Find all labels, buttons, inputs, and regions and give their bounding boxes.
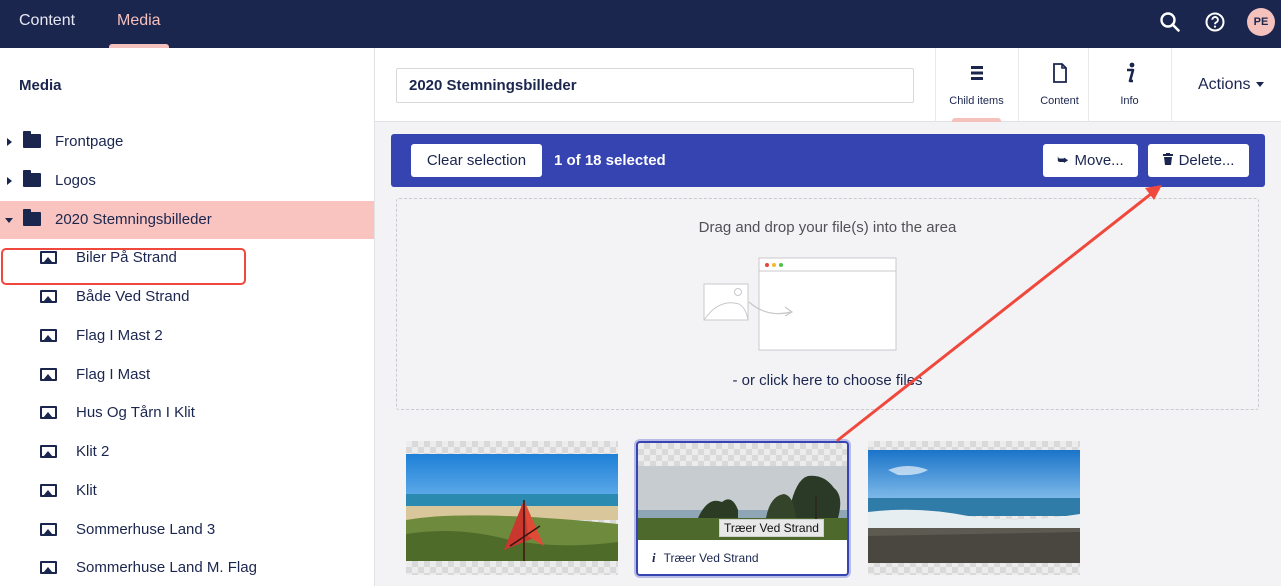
tree-item-label: Sommerhuse Land 3 (76, 521, 216, 538)
tab-label: Child items (949, 95, 1004, 107)
tab-child-items[interactable]: Child items (935, 48, 1017, 122)
tree-item-label: Biler På Strand (76, 249, 177, 266)
tree-item-image[interactable]: Flag I Mast 2 (0, 317, 374, 355)
delete-label: Delete... (1178, 152, 1235, 169)
tile-caption[interactable]: i Træer Ved Strand (638, 540, 847, 574)
folder-icon (23, 209, 41, 226)
image-icon (40, 290, 57, 303)
tree-item-label: Flag I Mast (76, 366, 151, 383)
tree-folder-logos[interactable]: Logos (0, 162, 374, 200)
image-icon (40, 445, 57, 458)
tree-item-label: Klit 2 (76, 443, 110, 460)
tree-item-image[interactable]: Hus Og Tårn I Klit (0, 394, 374, 432)
info-icon[interactable]: i (652, 550, 656, 565)
thumbnail-image (406, 454, 618, 561)
move-label: Move... (1074, 152, 1124, 169)
tree-item-label: Frontpage (55, 133, 124, 150)
tree-item-label: Logos (55, 172, 96, 189)
collapse-caret-icon[interactable] (5, 218, 13, 223)
top-header: Content Media PE (0, 0, 1281, 48)
trash-icon (1162, 152, 1173, 169)
image-icon (40, 523, 57, 536)
tree-item-image[interactable]: Både Ved Strand (0, 278, 374, 316)
tree-item-image[interactable]: Klit 2 (0, 433, 374, 471)
actions-label: Actions (1198, 76, 1251, 93)
delete-button[interactable]: Delete... (1148, 144, 1249, 177)
tooltip: Træer Ved Strand (719, 519, 824, 537)
tree-item-image[interactable]: Sommerhuse Land M. Flag (0, 549, 374, 586)
tab-label: Info (1120, 95, 1139, 107)
selection-count: 1 of 18 selected (554, 152, 666, 169)
editor-header: Child items Content Info Actions (375, 48, 1281, 122)
dropzone-text: Drag and drop your file(s) into the area (698, 219, 957, 236)
expand-caret-icon[interactable] (7, 177, 12, 185)
tree-item-label: 2020 Stemningsbilleder (55, 211, 212, 228)
folder-icon (23, 170, 41, 187)
media-tile[interactable] (406, 441, 618, 575)
upload-illustration-icon (699, 254, 901, 354)
media-tile-selected[interactable]: Træer Ved Strand i Træer Ved Strand (636, 441, 849, 576)
tree-item-image[interactable]: Biler På Strand (0, 239, 374, 277)
thumbnail-image (868, 450, 1080, 563)
tree-item-image[interactable]: Klit (0, 472, 374, 510)
image-icon (40, 329, 57, 342)
sidebar-title: Media (19, 77, 62, 94)
info-icon (1089, 62, 1170, 84)
tree-item-label: Klit (76, 482, 97, 499)
actions-dropdown[interactable]: Actions (1171, 48, 1281, 122)
image-icon (40, 251, 57, 264)
media-name-input[interactable] (396, 68, 914, 103)
clear-selection-button[interactable]: Clear selection (411, 144, 542, 177)
tree-item-image[interactable]: Flag I Mast (0, 356, 374, 394)
help-icon[interactable] (1202, 9, 1228, 35)
search-icon[interactable] (1157, 9, 1183, 35)
file-dropzone[interactable]: Drag and drop your file(s) into the area… (396, 198, 1259, 410)
list-icon (936, 62, 1017, 84)
selection-toolbar: Clear selection 1 of 18 selected ⮩ Move.… (391, 134, 1265, 187)
move-icon: ⮩ (1057, 153, 1069, 167)
tree-item-label: Både Ved Strand (76, 288, 190, 305)
tree-item-label: Hus Og Tårn I Klit (76, 404, 195, 421)
chevron-down-icon (1256, 82, 1265, 88)
image-icon (40, 406, 57, 419)
choose-files-link[interactable]: - or click here to choose files (397, 372, 1258, 389)
nav-content[interactable]: Content (19, 0, 75, 48)
nav-media[interactable]: Media (109, 0, 169, 48)
tree-folder-2020-stemningsbilleder[interactable]: 2020 Stemningsbilleder (0, 201, 374, 239)
tile-caption-label: Træer Ved Strand (663, 551, 759, 565)
media-tree-sidebar: Media Frontpage Logos 2020 Stemningsbill… (0, 48, 375, 586)
image-icon (40, 561, 57, 574)
folder-icon (23, 131, 41, 148)
tree-item-label: Sommerhuse Land M. Flag (76, 559, 257, 576)
tab-info[interactable]: Info (1088, 48, 1170, 122)
image-icon (40, 368, 57, 381)
tree-item-image[interactable]: Sommerhuse Land 3 (0, 511, 374, 549)
move-button[interactable]: ⮩ Move... (1043, 144, 1138, 177)
tree-folder-frontpage[interactable]: Frontpage (0, 123, 374, 161)
media-tile[interactable] (868, 441, 1080, 575)
image-icon (40, 484, 57, 497)
expand-caret-icon[interactable] (7, 138, 12, 146)
tree-item-label: Flag I Mast 2 (76, 327, 163, 344)
user-avatar[interactable]: PE (1247, 8, 1275, 36)
